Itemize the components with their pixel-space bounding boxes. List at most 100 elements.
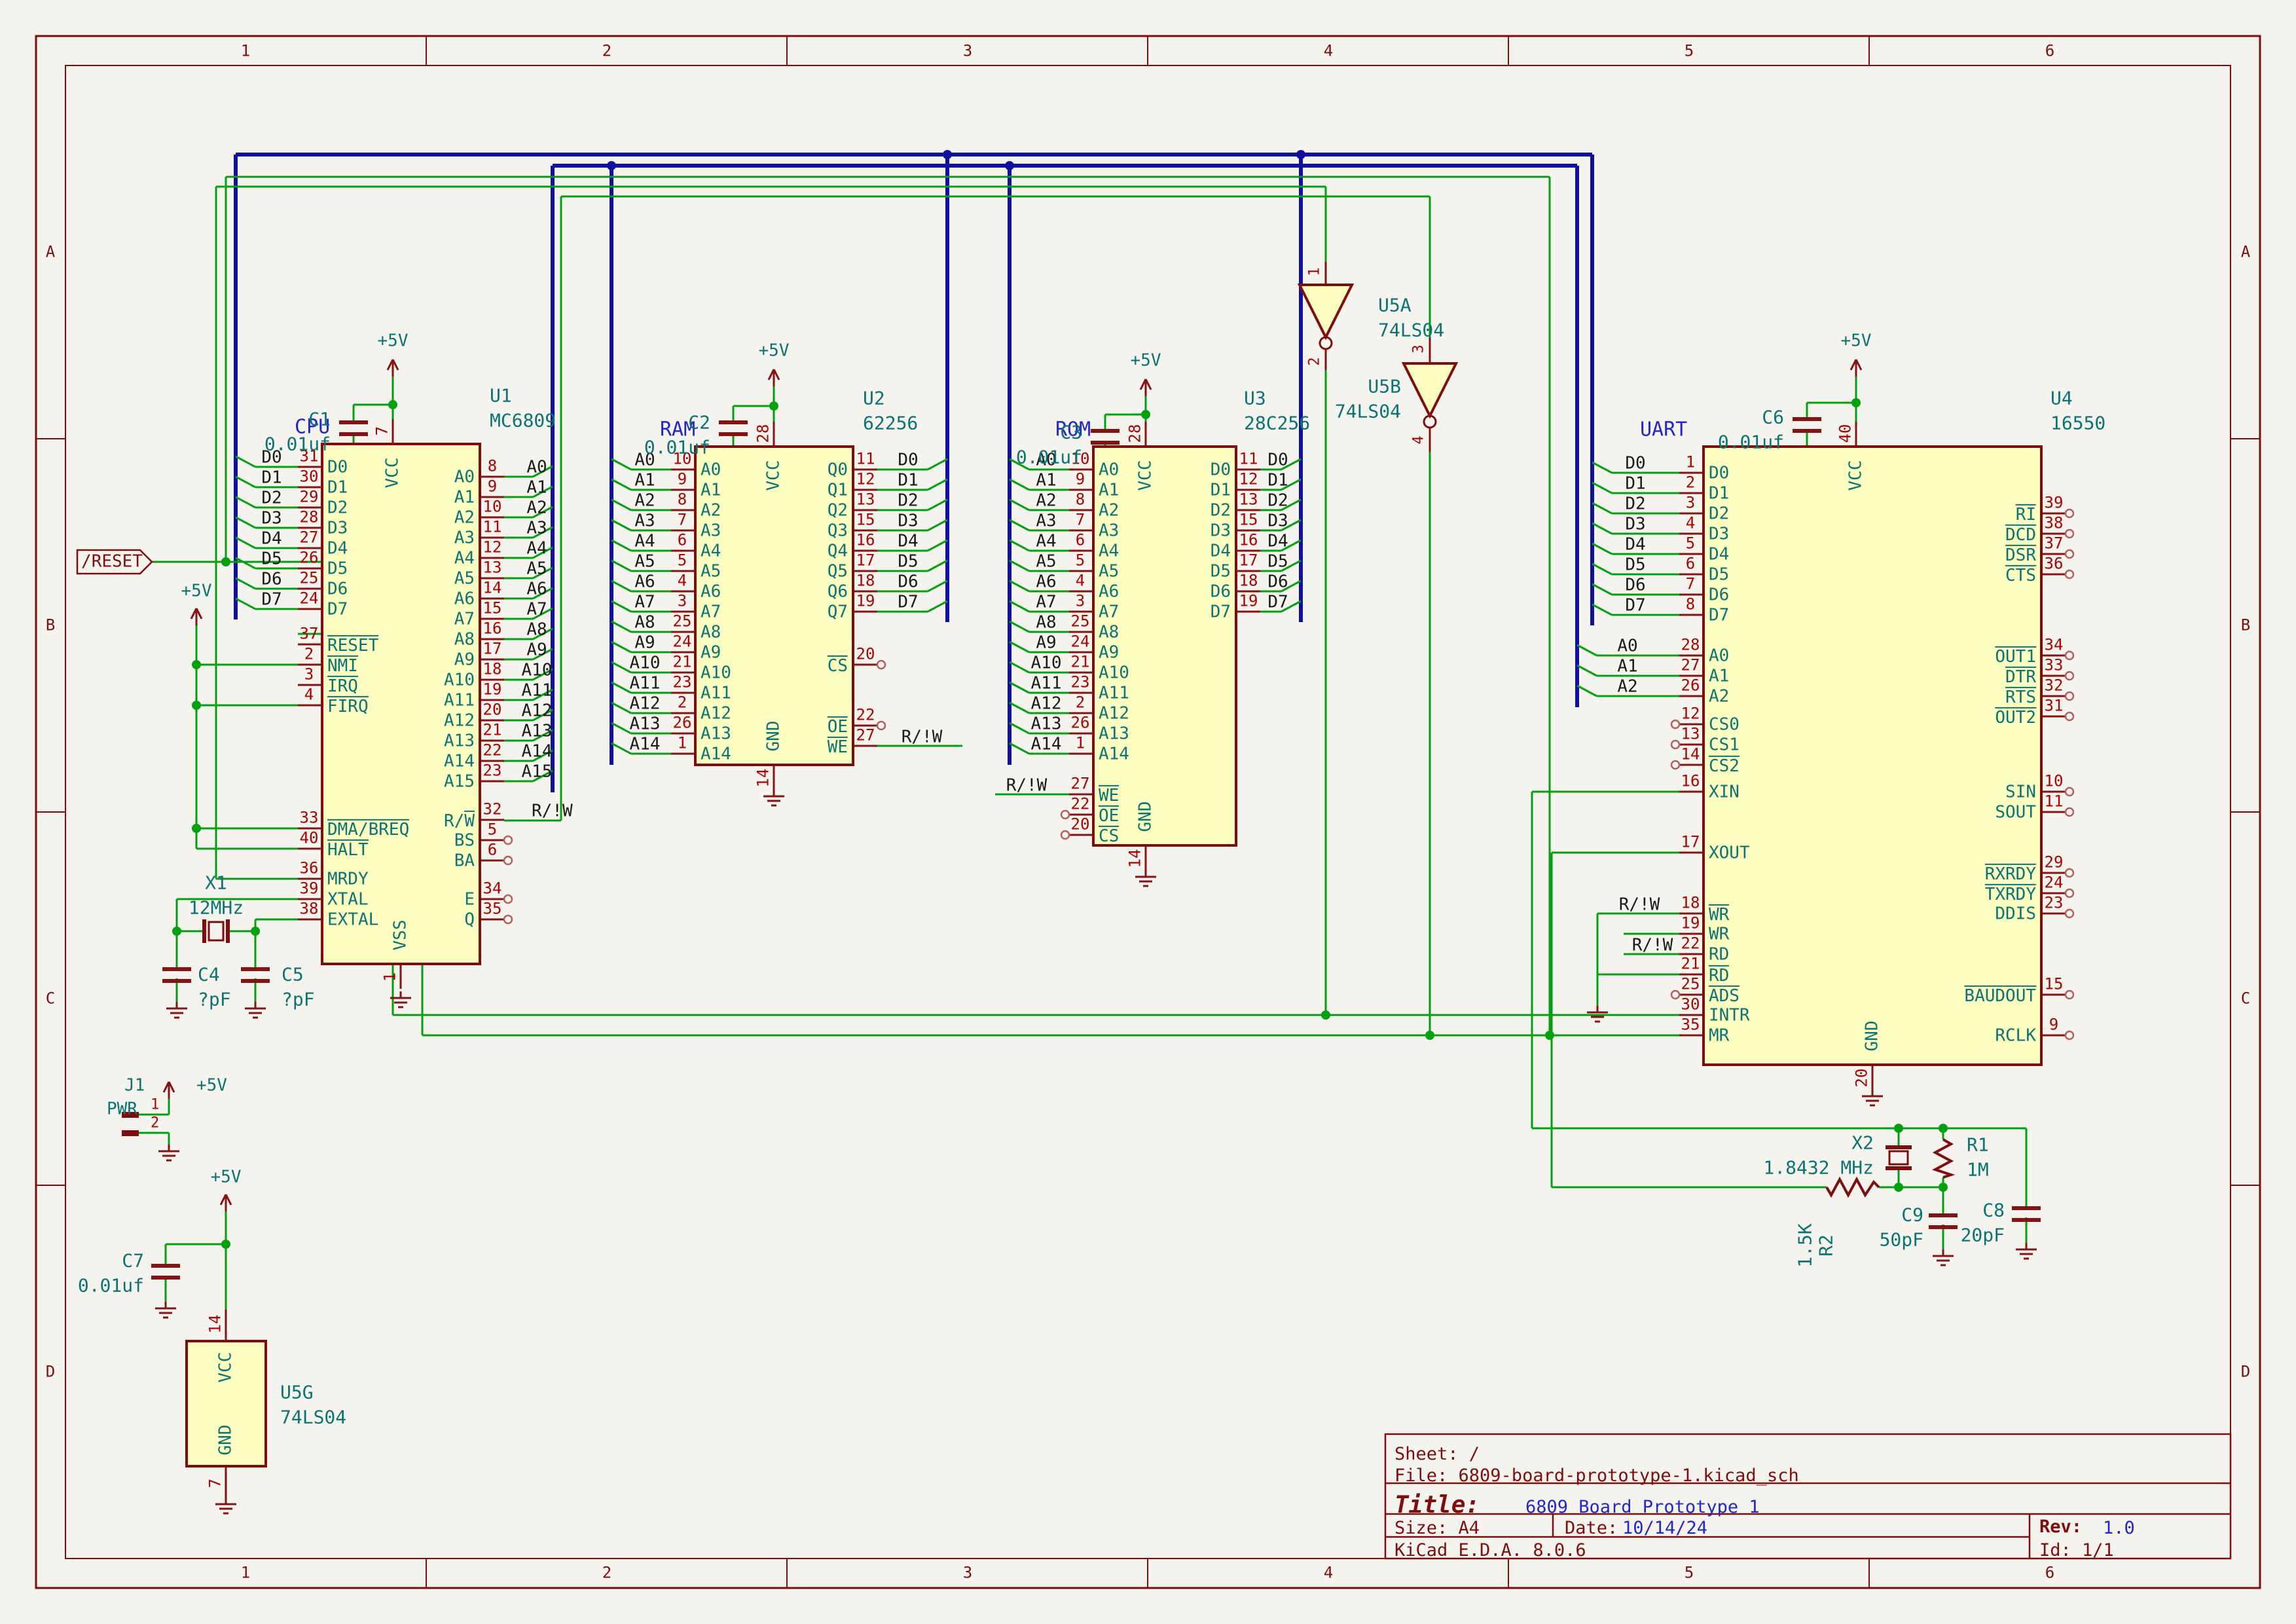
- bus-entry[interactable]: [1010, 601, 1029, 612]
- bus-entry[interactable]: [1592, 523, 1612, 534]
- ic-reference-U2[interactable]: U2: [863, 388, 885, 407]
- bus-entry[interactable]: [611, 459, 631, 470]
- bus-entry[interactable]: [1592, 604, 1612, 615]
- bus-entry[interactable]: [236, 578, 255, 589]
- bus-entry[interactable]: [236, 599, 255, 609]
- ic-reference-U3[interactable]: U3: [1244, 388, 1266, 407]
- ic-body-U4[interactable]: [1702, 445, 2043, 1066]
- passive-reference-C5[interactable]: C5: [282, 965, 304, 984]
- passive-value-R2[interactable]: 1.5K: [1795, 1223, 1814, 1267]
- bus-entry[interactable]: [611, 703, 631, 713]
- bus-entry[interactable]: [928, 520, 947, 530]
- passive-reference-U5G[interactable]: U5G: [280, 1382, 314, 1401]
- bus-entry[interactable]: [928, 601, 947, 612]
- bus-entry[interactable]: [1010, 642, 1029, 652]
- bus-entry[interactable]: [611, 601, 631, 612]
- title-block-rev[interactable]: 1.0: [2103, 1518, 2135, 1538]
- bus-entry[interactable]: [928, 540, 947, 551]
- bus-entry[interactable]: [611, 561, 631, 571]
- bus-entry[interactable]: [1592, 564, 1612, 574]
- bus-entry[interactable]: [236, 497, 255, 507]
- bus-entry[interactable]: [236, 456, 255, 467]
- passive-value-X1[interactable]: 12MHz: [189, 898, 244, 917]
- bus-entry[interactable]: [1010, 621, 1029, 632]
- passive-reference-X1[interactable]: X1: [205, 873, 227, 892]
- bus-entry[interactable]: [611, 642, 631, 652]
- title-block-title[interactable]: 6809 Board Prototype 1: [1525, 1497, 1760, 1517]
- passive-reference-R2[interactable]: R2: [1816, 1234, 1835, 1257]
- passive-reference-C3[interactable]: C3: [1060, 422, 1082, 441]
- bus-entry[interactable]: [1010, 561, 1029, 571]
- gate-value-U5B[interactable]: 74LS04: [1335, 401, 1401, 420]
- passive-value-C7[interactable]: 0.01uf: [78, 1276, 144, 1295]
- bus-entry[interactable]: [1010, 723, 1029, 733]
- bus-entry[interactable]: [611, 540, 631, 551]
- bus-entry[interactable]: [1010, 662, 1029, 673]
- inverter-u5a[interactable]: [1300, 262, 1352, 370]
- bus-entry[interactable]: [611, 743, 631, 754]
- passive-value-X2[interactable]: 1.8432 MHz: [1763, 1158, 1874, 1177]
- passive-reference-X2[interactable]: X2: [1851, 1133, 1874, 1152]
- title-block-date[interactable]: 10/14/24: [1622, 1518, 1707, 1538]
- bus-entry[interactable]: [611, 621, 631, 632]
- global-label-reset[interactable]: /RESET: [81, 553, 143, 570]
- bus-entry[interactable]: [1010, 520, 1029, 530]
- bus-entry[interactable]: [1010, 479, 1029, 490]
- bus-entry[interactable]: [611, 500, 631, 510]
- passive-value-C8[interactable]: 20pF: [1961, 1225, 2005, 1244]
- passive-value-C1[interactable]: 0.01uf: [264, 434, 331, 453]
- bus-entry[interactable]: [611, 662, 631, 673]
- resistor-r1[interactable]: [1935, 1139, 1951, 1177]
- bus-entry[interactable]: [1592, 544, 1612, 554]
- bus-entry[interactable]: [928, 459, 947, 470]
- bus-entry[interactable]: [928, 581, 947, 591]
- gate-reference-U5A[interactable]: U5A: [1378, 295, 1412, 314]
- bus-entry[interactable]: [1010, 682, 1029, 693]
- ic-value-U1[interactable]: MC6809: [490, 411, 556, 430]
- bus-entry[interactable]: [236, 558, 255, 568]
- bus-entry[interactable]: [928, 500, 947, 510]
- resistor-r2[interactable]: [1827, 1179, 1879, 1195]
- passive-reference-C7[interactable]: C7: [122, 1251, 144, 1270]
- passive-value-C6[interactable]: 0.01uf: [1718, 432, 1784, 451]
- ic-value-U2[interactable]: 62256: [863, 413, 918, 432]
- bus-entry[interactable]: [611, 479, 631, 490]
- ic-reference-U1[interactable]: U1: [490, 386, 512, 405]
- bus-entry[interactable]: [236, 477, 255, 487]
- passive-value-U5G[interactable]: 74LS04: [280, 1407, 346, 1426]
- bus-entry[interactable]: [1010, 703, 1029, 713]
- crystal-x2[interactable]: [1886, 1147, 1912, 1168]
- passive-value-R1[interactable]: 1M: [1967, 1160, 1989, 1179]
- bus-entry[interactable]: [1592, 503, 1612, 513]
- passive-value-C4[interactable]: ?pF: [198, 989, 231, 1008]
- bus-entry[interactable]: [1592, 462, 1612, 473]
- passive-reference-C6[interactable]: C6: [1762, 407, 1784, 426]
- schematic-canvas[interactable]: Sheet: / File: 6809-board-prototype-1.ki…: [0, 0, 2296, 1624]
- bus-entry[interactable]: [1577, 665, 1597, 676]
- ic-value-U3[interactable]: 28C256: [1244, 413, 1310, 432]
- bus-entry[interactable]: [1010, 581, 1029, 591]
- ic-value-U4[interactable]: 16550: [2050, 413, 2105, 432]
- passive-reference-R1[interactable]: R1: [1967, 1135, 1989, 1154]
- bus-entry[interactable]: [611, 682, 631, 693]
- bus-entry[interactable]: [611, 581, 631, 591]
- bus-entry[interactable]: [1010, 500, 1029, 510]
- ic-func-label-U4[interactable]: UART: [1640, 419, 1687, 440]
- passive-reference-C1[interactable]: C1: [308, 409, 331, 428]
- passive-value-C3[interactable]: 0.01uf: [1016, 447, 1082, 466]
- gate-reference-U5B[interactable]: U5B: [1368, 377, 1401, 396]
- passive-reference-C8[interactable]: C8: [1982, 1200, 2005, 1219]
- passive-reference-C4[interactable]: C4: [198, 965, 220, 984]
- ic-reference-U4[interactable]: U4: [2050, 388, 2073, 407]
- crystal-x1[interactable]: [204, 919, 228, 943]
- bus-entry[interactable]: [1577, 686, 1597, 696]
- inverter-u5b[interactable]: [1404, 337, 1456, 452]
- gate-value-U5A[interactable]: 74LS04: [1378, 320, 1444, 339]
- bus-entry[interactable]: [611, 723, 631, 733]
- bus-entry[interactable]: [928, 561, 947, 571]
- passive-value-C2[interactable]: 0.01uf: [644, 437, 710, 456]
- bus-entry[interactable]: [1577, 645, 1597, 655]
- bus-entry[interactable]: [611, 520, 631, 530]
- bus-entry[interactable]: [1010, 540, 1029, 551]
- passive-value-C9[interactable]: 50pF: [1880, 1230, 1923, 1249]
